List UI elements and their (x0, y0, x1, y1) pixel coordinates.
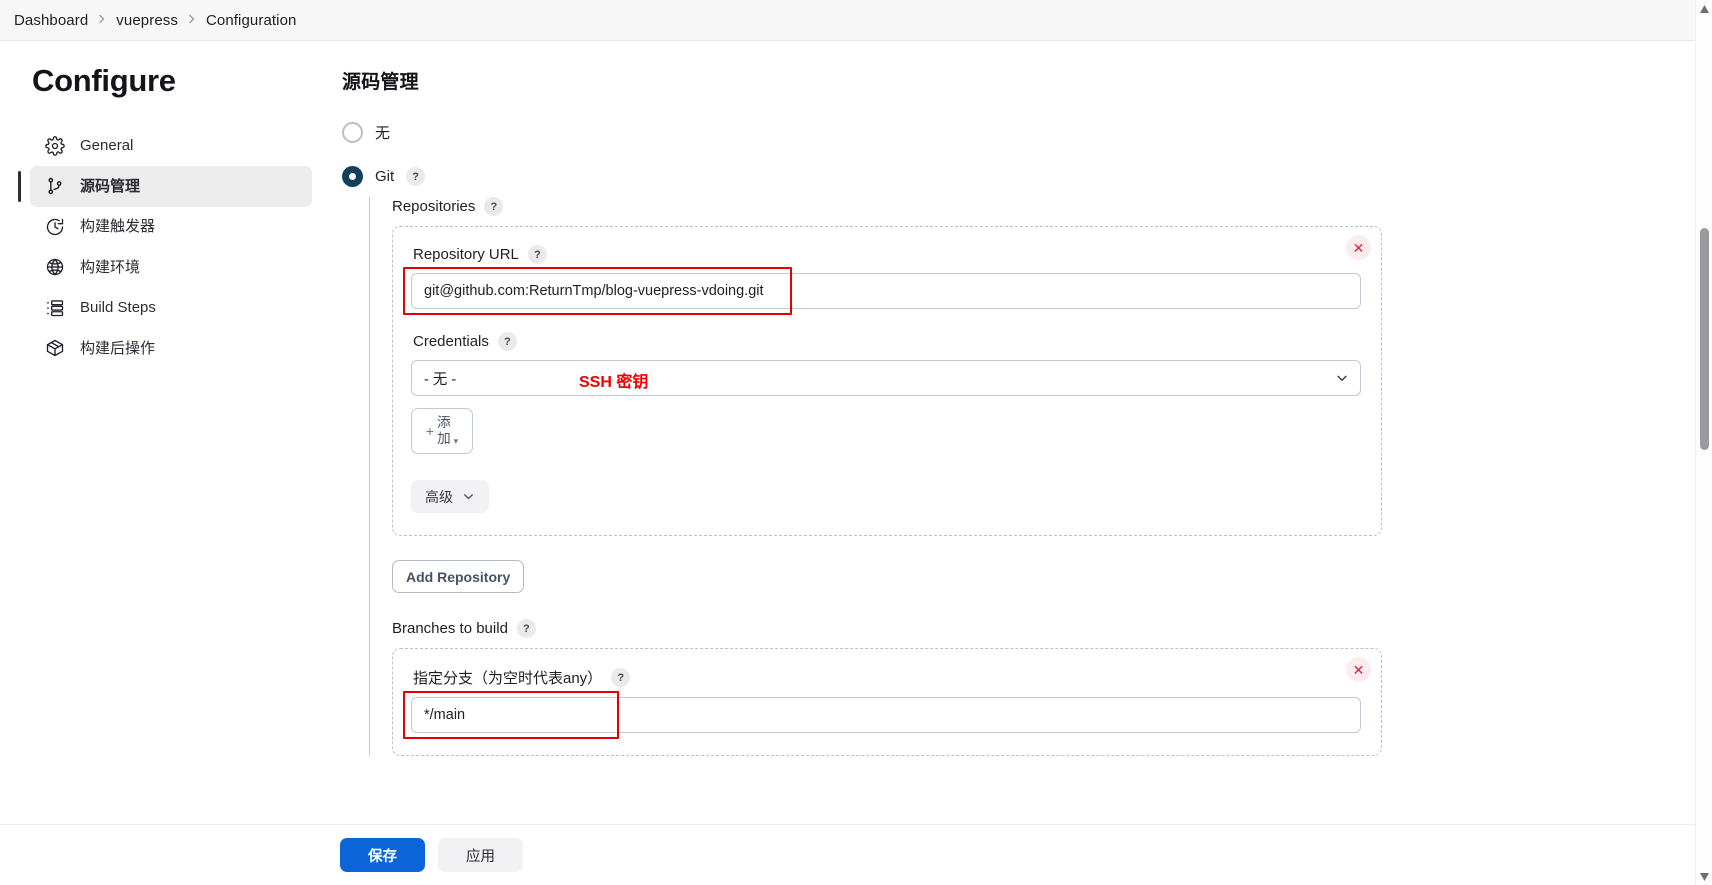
breadcrumb-item-vuepress[interactable]: vuepress (116, 12, 178, 29)
advanced-label: 高级 (425, 488, 453, 505)
sidebar-item-label: 构建环境 (80, 258, 141, 276)
chevron-down-icon (462, 490, 475, 503)
branch-block: ✕ 指定分支（为空时代表any） ? (392, 648, 1382, 756)
vertical-scrollbar[interactable] (1695, 0, 1712, 885)
add-credentials-button[interactable]: + 添 加 ▾ (411, 408, 473, 454)
caret-down-icon: ▾ (453, 435, 459, 446)
sidebar-item-source-control[interactable]: 源码管理 (18, 165, 312, 207)
apply-button[interactable]: 应用 (438, 838, 523, 872)
scroll-down-arrow-icon[interactable] (1696, 868, 1712, 885)
delete-branch-button[interactable]: ✕ (1346, 657, 1371, 682)
sidebar-item-build-triggers[interactable]: 构建触发器 (30, 206, 312, 247)
chevron-right-icon (187, 14, 197, 24)
radio-git[interactable] (342, 166, 363, 187)
scrollbar-thumb[interactable] (1700, 228, 1709, 450)
sidebar-item-build-environment[interactable]: 构建环境 (30, 247, 312, 288)
gear-icon (44, 135, 66, 157)
credentials-label: Credentials (413, 333, 489, 350)
repositories-label-row: Repositories ? (392, 197, 1712, 216)
sidebar-item-label: Build Steps (80, 299, 156, 316)
sidebar-item-build-steps[interactable]: Build Steps (30, 287, 312, 328)
page-title: Configure (32, 63, 176, 98)
section-title: 源码管理 (342, 72, 419, 93)
delete-repository-button[interactable]: ✕ (1346, 235, 1371, 260)
radio-none-label: 无 (375, 125, 391, 142)
sidebar-item-label: 构建触发器 (80, 218, 156, 235)
sidebar-item-post-build-actions[interactable]: 构建后操作 (30, 328, 312, 369)
help-icon-git[interactable]: ? (406, 167, 426, 186)
sidebar: Configure General 源码管理 构建触发器 构建环境 Build … (0, 41, 330, 885)
branch-specifier-input[interactable] (411, 697, 1361, 733)
branch-specifier-label-row: 指定分支（为空时代表any） ? (413, 667, 1361, 688)
help-icon-repository-url[interactable]: ? (527, 245, 547, 264)
help-icon-credentials[interactable]: ? (497, 332, 517, 351)
repository-url-field-wrap (403, 267, 1361, 315)
branches-label-row: Branches to build ? (392, 619, 1712, 638)
help-icon-repositories[interactable]: ? (484, 197, 504, 216)
breadcrumb: Dashboard vuepress Configuration (0, 0, 1712, 41)
add-repository-button[interactable]: Add Repository (392, 560, 525, 593)
repositories-label: Repositories (392, 198, 476, 215)
list-icon (44, 297, 66, 319)
breadcrumb-item-configuration[interactable]: Configuration (206, 12, 297, 29)
scroll-region: 源码管理 无 Git ? Repositories ? ✕ Repository… (338, 57, 1712, 840)
plus-icon: + (425, 422, 435, 439)
clock-icon (44, 216, 66, 238)
sidebar-item-label: General (80, 137, 134, 154)
branches-label: Branches to build (392, 620, 508, 637)
sidebar-item-label: 源码管理 (80, 177, 141, 195)
sidebar-item-general[interactable]: General (30, 125, 312, 166)
repository-url-label-row: Repository URL ? (413, 245, 1361, 264)
scm-option-none[interactable]: 无 (338, 122, 1712, 143)
main-content: 源码管理 无 Git ? Repositories ? ✕ Repository… (330, 41, 1712, 885)
git-config-body: Repositories ? ✕ Repository URL ? git@gi… (369, 197, 1712, 756)
credentials-field-wrap: SSH 密钥 (411, 360, 1361, 396)
source-control-icon (44, 175, 66, 197)
credentials-select[interactable] (411, 360, 1361, 396)
add-credentials-label: 添 加 (437, 415, 451, 446)
credentials-label-row: Credentials ? (413, 332, 1361, 351)
radio-none[interactable] (342, 122, 363, 143)
sidebar-item-label: 构建后操作 (80, 339, 156, 357)
help-icon-branch-specifier[interactable]: ? (611, 668, 631, 687)
branch-specifier-label: 指定分支（为空时代表any） (413, 670, 603, 687)
repository-block: ✕ Repository URL ? Credentials ? (392, 226, 1382, 536)
chevron-right-icon (97, 14, 107, 24)
breadcrumb-item-dashboard[interactable]: Dashboard (14, 12, 88, 29)
globe-icon (44, 256, 66, 278)
radio-git-label: Git (375, 168, 395, 185)
repository-url-input[interactable] (411, 273, 1361, 309)
sidebar-nav: General 源码管理 构建触发器 构建环境 Build Steps 构建后操… (18, 125, 312, 369)
package-icon (44, 337, 66, 359)
branch-specifier-field-wrap (403, 691, 1361, 739)
page-body: Configure General 源码管理 构建触发器 构建环境 Build … (0, 41, 1712, 885)
repository-url-label: Repository URL (413, 246, 519, 263)
scm-option-git[interactable]: Git ? (338, 166, 1712, 187)
form-action-bar: 保存 应用 (0, 824, 1712, 885)
advanced-button[interactable]: 高级 (411, 480, 489, 513)
scroll-up-arrow-icon[interactable] (1696, 0, 1712, 17)
help-icon-branches[interactable]: ? (516, 619, 536, 638)
save-button[interactable]: 保存 (340, 838, 425, 872)
